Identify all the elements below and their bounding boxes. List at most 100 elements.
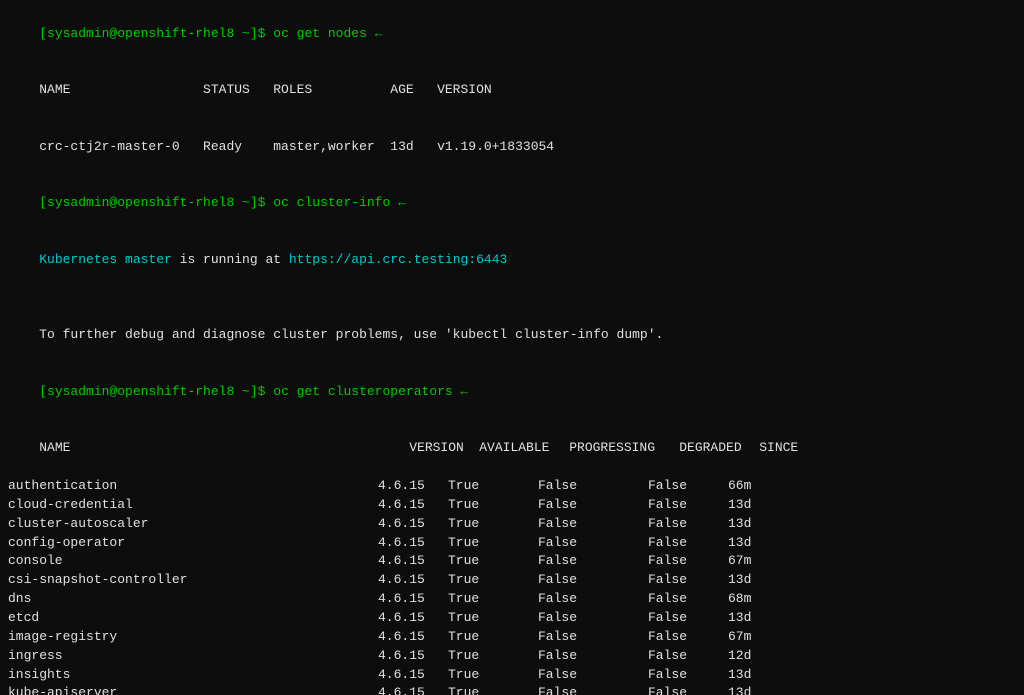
operator-since: 68m (728, 591, 751, 606)
operator-name: csi-snapshot-controller (8, 571, 378, 590)
operator-version: 4.6.15 (378, 477, 448, 496)
operator-progressing: False (538, 590, 648, 609)
operator-available: True (448, 590, 538, 609)
operator-since: 66m (728, 478, 751, 493)
blank-line (8, 289, 1016, 308)
operator-progressing: False (538, 684, 648, 695)
operator-available: True (448, 666, 538, 685)
command-line-1: [sysadmin@openshift-rhel8 ~]$ oc get nod… (8, 6, 1016, 63)
operator-name: insights (8, 666, 378, 685)
operator-row: ingress4.6.15TrueFalseFalse12d (8, 647, 1016, 666)
debug-info: To further debug and diagnose cluster pr… (8, 308, 1016, 365)
operators-header: NAMEVERSIONAVAILABLEPROGRESSINGDEGRADEDS… (8, 421, 1016, 478)
nodes-header-text: NAME STATUS ROLES AGE VERSION (39, 82, 491, 97)
operator-version: 4.6.15 (378, 571, 448, 590)
operator-progressing: False (538, 552, 648, 571)
operator-row: image-registry4.6.15TrueFalseFalse67m (8, 628, 1016, 647)
operator-available: True (448, 571, 538, 590)
operator-name: etcd (8, 609, 378, 628)
operator-version: 4.6.15 (378, 496, 448, 515)
operator-since: 13d (728, 535, 751, 550)
operator-since: 13d (728, 572, 751, 587)
operator-degraded: False (648, 515, 728, 534)
cluster-info-line: Kubernetes master is running at https://… (8, 232, 1016, 289)
node-data: crc-ctj2r-master-0 Ready master,worker 1… (39, 139, 554, 154)
operator-since: 12d (728, 648, 751, 663)
operator-degraded: False (648, 571, 728, 590)
operator-row: cloud-credential4.6.15TrueFalseFalse13d (8, 496, 1016, 515)
operator-available: True (448, 496, 538, 515)
operator-available: True (448, 552, 538, 571)
operator-available: True (448, 647, 538, 666)
node-row: crc-ctj2r-master-0 Ready master,worker 1… (8, 119, 1016, 176)
prompt-2: [sysadmin@openshift-rhel8 ~]$ (39, 195, 273, 210)
operator-since: 13d (728, 685, 751, 695)
running-text: is running at (172, 252, 289, 267)
operator-name: image-registry (8, 628, 378, 647)
operator-version: 4.6.15 (378, 684, 448, 695)
operator-progressing: False (538, 477, 648, 496)
prompt-3: [sysadmin@openshift-rhel8 ~]$ (39, 384, 273, 399)
operator-degraded: False (648, 590, 728, 609)
arrow-1: ← (367, 26, 383, 41)
operator-row: cluster-autoscaler4.6.15TrueFalseFalse13… (8, 515, 1016, 534)
operator-since: 67m (728, 629, 751, 644)
operator-available: True (448, 534, 538, 553)
operators-list: authentication4.6.15TrueFalseFalse66mclo… (8, 477, 1016, 695)
operator-name: kube-apiserver (8, 684, 378, 695)
cluster-url: https://api.crc.testing:6443 (289, 252, 507, 267)
command-3: oc get clusteroperators (273, 384, 452, 399)
operator-degraded: False (648, 477, 728, 496)
operator-row: insights4.6.15TrueFalseFalse13d (8, 666, 1016, 685)
operator-degraded: False (648, 628, 728, 647)
operator-row: config-operator4.6.15TrueFalseFalse13d (8, 534, 1016, 553)
operator-name: config-operator (8, 534, 378, 553)
operator-row: etcd4.6.15TrueFalseFalse13d (8, 609, 1016, 628)
operator-degraded: False (648, 534, 728, 553)
operator-row: dns4.6.15TrueFalseFalse68m (8, 590, 1016, 609)
operator-row: authentication4.6.15TrueFalseFalse66m (8, 477, 1016, 496)
operator-degraded: False (648, 684, 728, 695)
operator-degraded: False (648, 552, 728, 571)
operator-available: True (448, 609, 538, 628)
operator-row: console4.6.15TrueFalseFalse67m (8, 552, 1016, 571)
command-line-2: [sysadmin@openshift-rhel8 ~]$ oc cluster… (8, 176, 1016, 233)
arrow-3: ← (453, 384, 469, 399)
operator-progressing: False (538, 571, 648, 590)
operator-since: 13d (728, 610, 751, 625)
operator-available: True (448, 515, 538, 534)
arrow-2: ← (390, 195, 406, 210)
operator-since: 13d (728, 516, 751, 531)
operator-name: cluster-autoscaler (8, 515, 378, 534)
operator-version: 4.6.15 (378, 590, 448, 609)
command-line-3: [sysadmin@openshift-rhel8 ~]$ oc get clu… (8, 364, 1016, 421)
operator-version: 4.6.15 (378, 666, 448, 685)
operator-degraded: False (648, 609, 728, 628)
operator-since: 13d (728, 497, 751, 512)
operator-name: ingress (8, 647, 378, 666)
command-1: oc get nodes (273, 26, 367, 41)
kubernetes-text: Kubernetes master (39, 252, 172, 267)
operator-available: True (448, 477, 538, 496)
operator-since: 67m (728, 553, 751, 568)
operator-version: 4.6.15 (378, 628, 448, 647)
operator-available: True (448, 684, 538, 695)
operator-version: 4.6.15 (378, 534, 448, 553)
operator-since: 13d (728, 667, 751, 682)
operator-row: csi-snapshot-controller4.6.15TrueFalseFa… (8, 571, 1016, 590)
operator-progressing: False (538, 647, 648, 666)
operator-progressing: False (538, 496, 648, 515)
operator-row: kube-apiserver4.6.15TrueFalseFalse13d (8, 684, 1016, 695)
operator-progressing: False (538, 515, 648, 534)
operator-degraded: False (648, 666, 728, 685)
operator-name: authentication (8, 477, 378, 496)
operator-version: 4.6.15 (378, 609, 448, 628)
command-2: oc cluster-info (273, 195, 390, 210)
operator-progressing: False (538, 609, 648, 628)
terminal: [sysadmin@openshift-rhel8 ~]$ oc get nod… (0, 0, 1024, 695)
operator-name: cloud-credential (8, 496, 378, 515)
prompt-1: [sysadmin@openshift-rhel8 ~]$ (39, 26, 273, 41)
operator-name: dns (8, 590, 378, 609)
operator-available: True (448, 628, 538, 647)
operator-version: 4.6.15 (378, 552, 448, 571)
